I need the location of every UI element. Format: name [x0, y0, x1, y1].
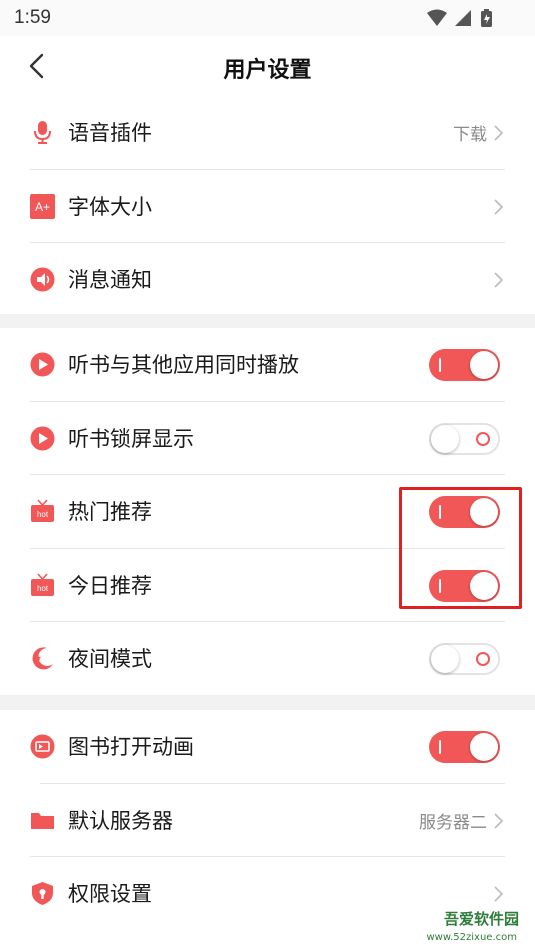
- watermark-logo: 吾爱软件园 www.52zixue.com: [397, 899, 527, 947]
- row-label: 字体大小: [68, 194, 152, 219]
- hot-tv-icon: hot: [31, 499, 54, 522]
- play-icon: [30, 426, 55, 450]
- hot-icon-text: hot: [37, 510, 49, 519]
- row-label: 语音插件: [68, 121, 152, 145]
- row-book-open-animation: 图书打开动画: [0, 710, 535, 784]
- row-label: 默认服务器: [68, 808, 173, 833]
- row-label: 权限设置: [68, 882, 152, 906]
- folder-icon: [31, 812, 54, 829]
- shield-icon: [32, 882, 53, 905]
- row-label: 消息通知: [68, 268, 152, 292]
- hot-tv-icon: hot: [31, 572, 54, 596]
- watermark-url: www.52zixue.com: [426, 932, 518, 943]
- chevron-right-icon: [494, 812, 504, 829]
- row-label: 热门推荐: [68, 500, 152, 524]
- top-navigation-bar: 用户设置: [0, 36, 535, 96]
- watermark-text: 吾爱软件园: [443, 910, 519, 928]
- toggle-switch[interactable]: [429, 731, 500, 763]
- status-icons: [427, 9, 492, 27]
- chevron-right-icon: [494, 198, 504, 215]
- row-value: 服务器二: [419, 812, 487, 833]
- chevron-right-icon: [494, 125, 504, 141]
- signal-icon: [455, 10, 471, 26]
- play-icon: [30, 352, 55, 377]
- row-lock-screen-display: 听书锁屏显示: [0, 402, 535, 475]
- microphone-icon: [34, 121, 51, 144]
- chevron-right-icon: [494, 272, 504, 288]
- toggle-switch[interactable]: [429, 349, 500, 381]
- row-default-server[interactable]: 默认服务器 服务器二: [0, 784, 535, 857]
- row-value: 下载: [453, 125, 487, 145]
- row-label: 听书锁屏显示: [68, 426, 194, 451]
- row-label: 听书与其他应用同时播放: [68, 353, 299, 377]
- row-label: 夜间模式: [68, 647, 152, 671]
- highlight-annotation-box: [399, 487, 522, 609]
- row-label: 今日推荐: [68, 573, 152, 598]
- battery-icon: [481, 9, 492, 27]
- toggle-switch[interactable]: [429, 643, 500, 675]
- notification-icon: [30, 267, 55, 292]
- book-animation-icon: [30, 734, 55, 759]
- row-message-notification[interactable]: 消息通知: [0, 243, 535, 317]
- settings-group-general: 语音插件 下载 A+ 字体大小 消息通知: [0, 96, 535, 314]
- page-title: 用户设置: [223, 58, 312, 83]
- row-label: 图书打开动画: [68, 735, 194, 759]
- status-time: 1:59: [14, 7, 51, 28]
- moon-icon: [32, 647, 53, 670]
- row-night-mode: 夜间模式: [0, 622, 535, 696]
- status-bar: 1:59: [0, 0, 535, 36]
- row-font-size[interactable]: A+ 字体大小: [0, 170, 535, 243]
- row-voice-plugin[interactable]: 语音插件 下载: [0, 96, 535, 170]
- font-icon-text: A+: [35, 200, 50, 214]
- wifi-icon: [427, 9, 447, 26]
- hot-icon-text: hot: [37, 584, 49, 593]
- row-play-with-other-apps: 听书与其他应用同时播放: [0, 328, 535, 402]
- font-size-icon: A+: [30, 193, 55, 219]
- toggle-switch[interactable]: [429, 422, 500, 455]
